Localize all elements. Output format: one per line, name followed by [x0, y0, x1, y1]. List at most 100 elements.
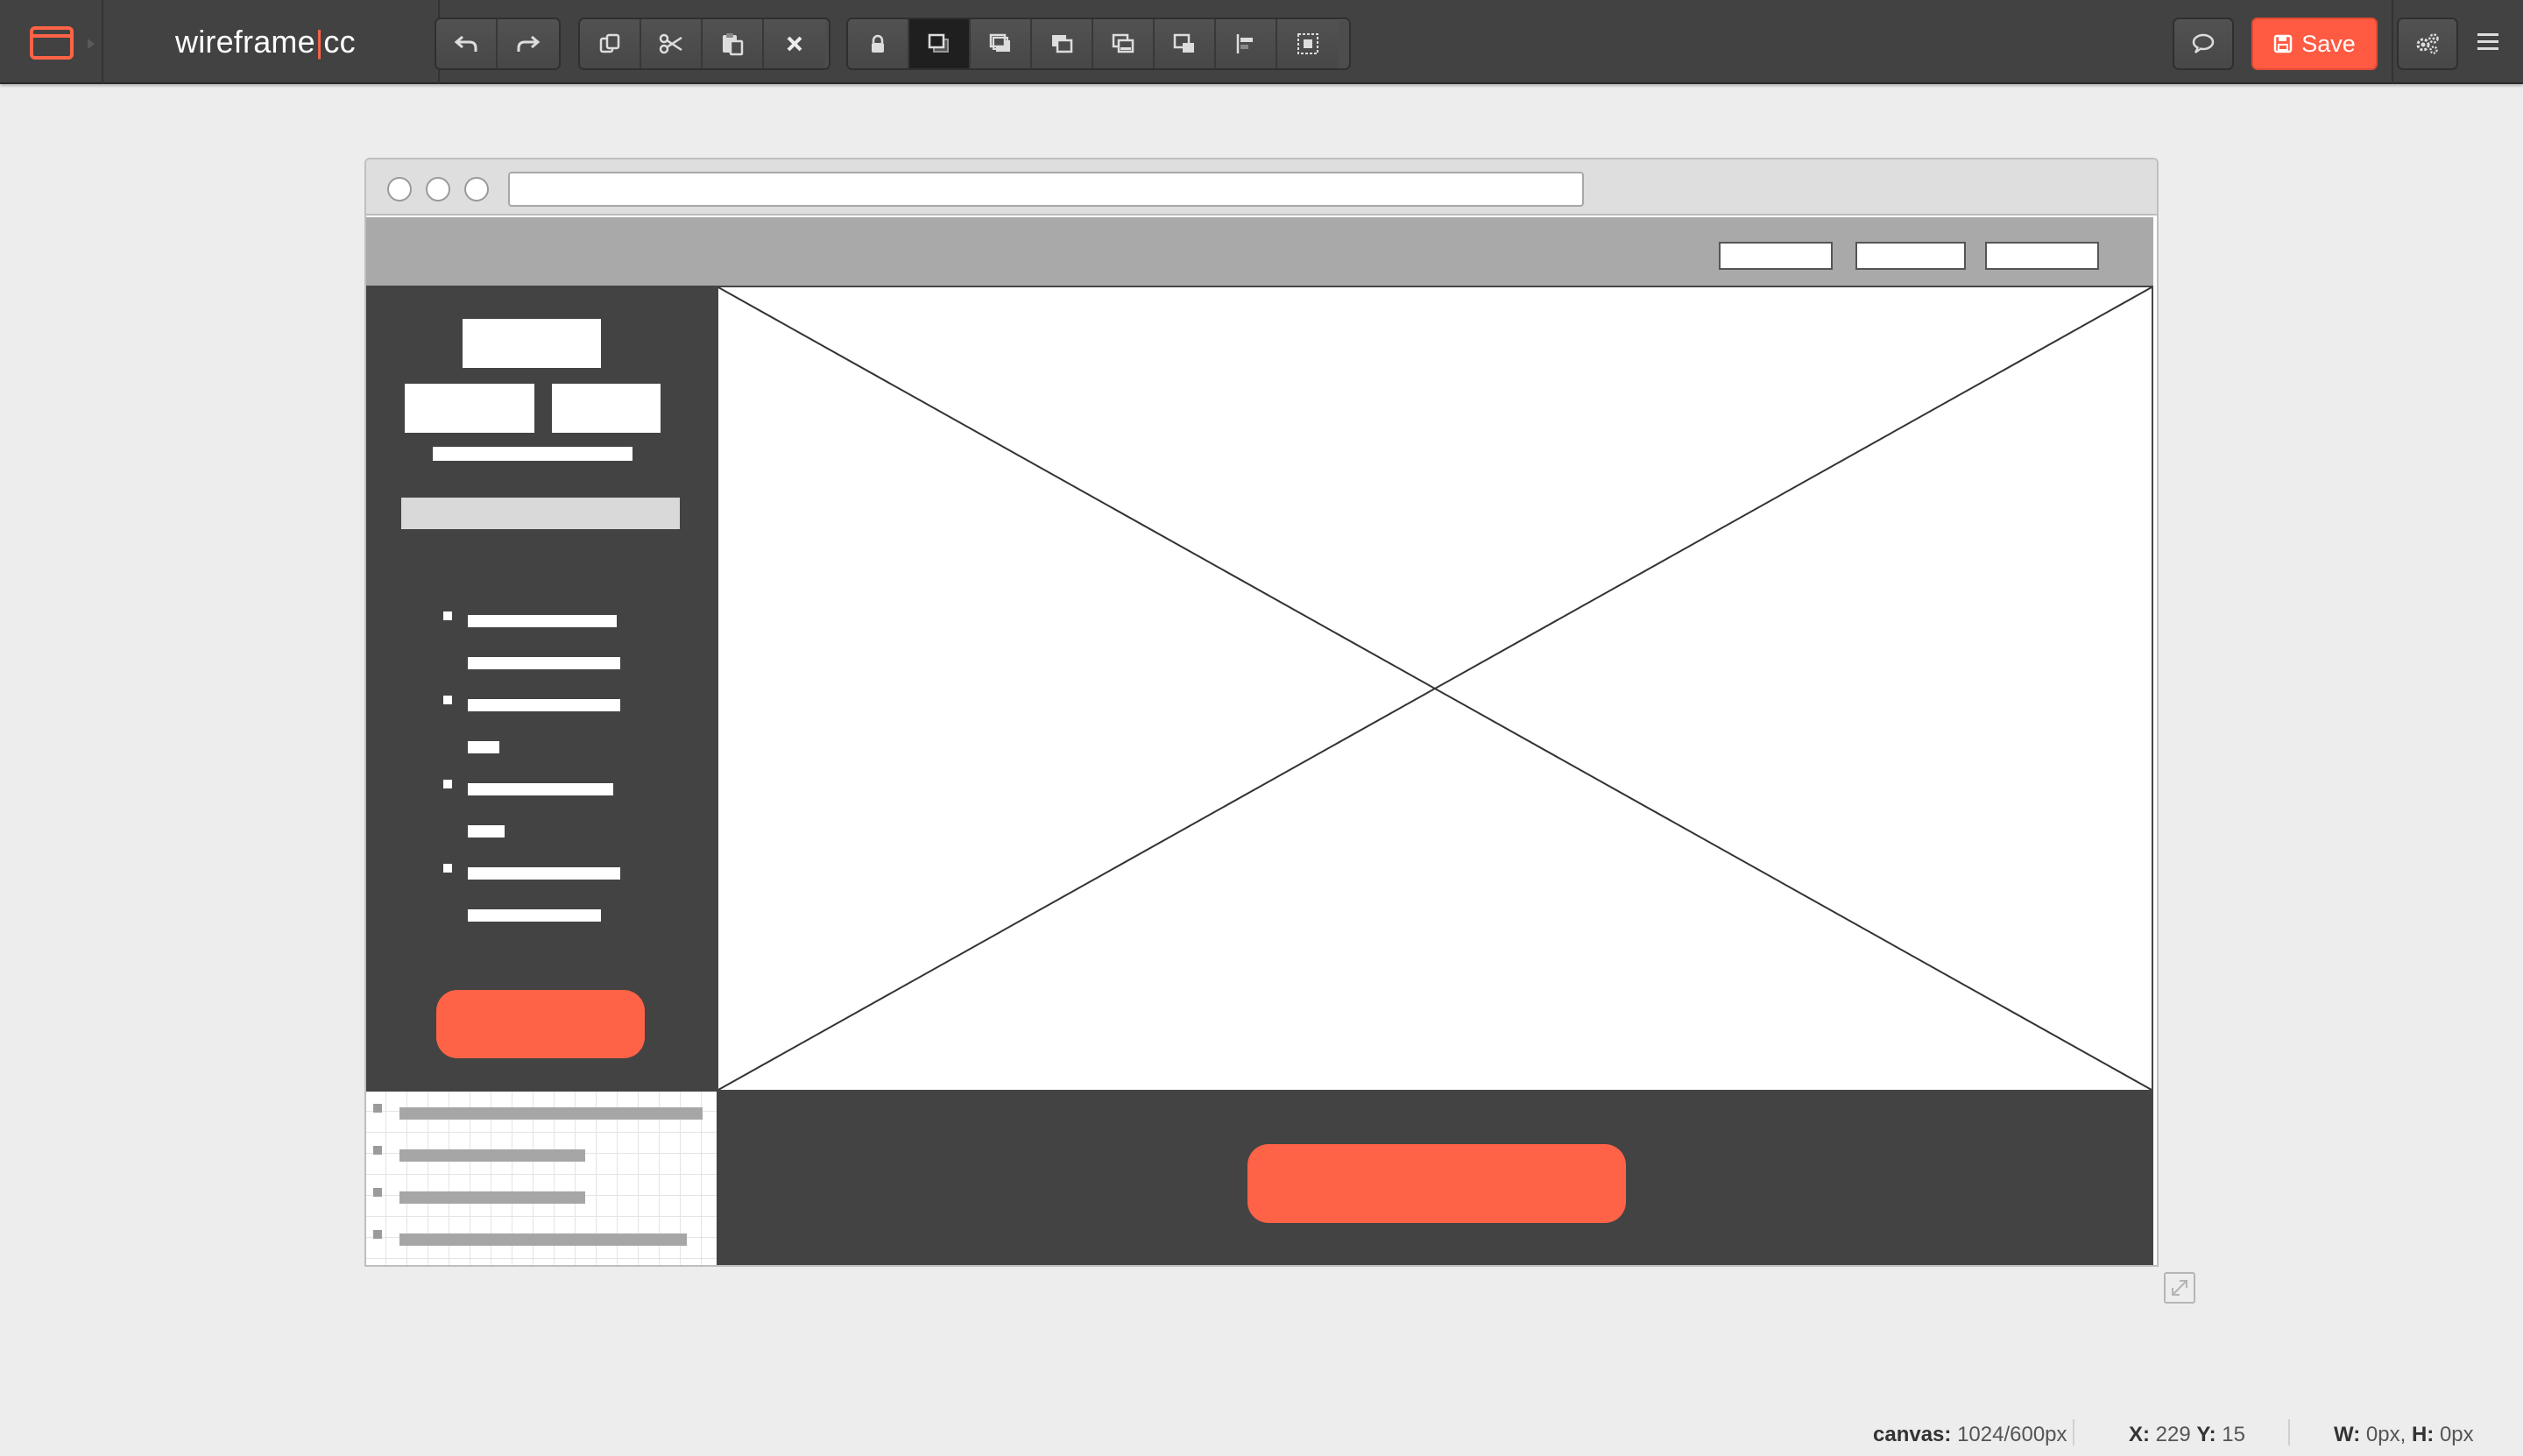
settings-button[interactable]	[2397, 18, 2458, 70]
save-button[interactable]: Save	[2251, 18, 2378, 70]
w-label: W:	[2334, 1423, 2361, 1446]
list-text-placeholder[interactable]	[468, 615, 617, 627]
canvas-label: canvas:	[1873, 1423, 1952, 1446]
list-text-placeholder[interactable]	[399, 1149, 585, 1162]
speech-bubble-icon	[2192, 33, 2215, 53]
image-placeholder-large[interactable]	[717, 286, 2153, 1092]
list-bullet	[373, 1146, 382, 1155]
selection-size-readout: W: 0px, H: 0px	[2334, 1423, 2474, 1447]
floppy-disk-icon	[2273, 34, 2293, 53]
list-text-placeholder[interactable]	[468, 657, 620, 669]
h-label: H:	[2411, 1423, 2435, 1446]
lock-icon	[872, 34, 884, 53]
undo-icon	[454, 35, 477, 52]
send-backward-button[interactable]	[1032, 19, 1093, 68]
align-left-icon	[1236, 34, 1253, 53]
list-bullet	[373, 1230, 382, 1239]
toolbar-divider	[2392, 0, 2393, 84]
h-value: 0px	[2439, 1423, 2474, 1446]
sidebar-block[interactable]	[366, 286, 717, 1092]
redo-button[interactable]	[498, 19, 559, 68]
bring-forward-button[interactable]	[971, 19, 1032, 68]
x-value: 229	[2155, 1423, 2191, 1446]
hamburger-menu-icon[interactable]	[2476, 32, 2500, 53]
status-divider	[2288, 1419, 2290, 1445]
window-dot	[464, 177, 489, 201]
browser-chrome	[366, 159, 2157, 216]
app-logo: wireframe|cc	[175, 23, 356, 61]
y-value: 15	[2222, 1423, 2245, 1446]
nav-button-placeholder[interactable]	[1719, 242, 1833, 270]
nav-button-placeholder[interactable]	[1985, 242, 2099, 270]
group-button[interactable]	[1277, 19, 1339, 68]
lock-button[interactable]	[848, 19, 909, 68]
image-cross-lines	[718, 287, 2152, 1090]
list-text-placeholder[interactable]	[399, 1191, 585, 1204]
image-placeholder[interactable]	[405, 384, 534, 433]
canvas-resize-handle[interactable]	[2164, 1272, 2195, 1304]
list-bullet	[373, 1104, 382, 1113]
save-button-label: Save	[2301, 30, 2356, 57]
list-text-placeholder[interactable]	[468, 867, 620, 880]
address-bar	[508, 172, 1584, 207]
list-text-placeholder[interactable]	[399, 1107, 703, 1120]
cut-button[interactable]	[641, 19, 703, 68]
close-icon	[787, 36, 802, 52]
window-dot	[426, 177, 450, 201]
brand-main: wireframe	[175, 24, 315, 60]
w-value: 0px,	[2365, 1423, 2406, 1446]
undo-button[interactable]	[436, 19, 498, 68]
nav-button-placeholder[interactable]	[1855, 242, 1966, 270]
list-bullet	[443, 864, 452, 873]
canvas-value: 1024/600px	[1957, 1423, 2067, 1446]
layer-forward-icon	[989, 33, 1010, 52]
x-label: X:	[2129, 1423, 2150, 1446]
arrange-group	[846, 18, 1351, 70]
list-text-placeholder[interactable]	[468, 825, 505, 838]
list-text-placeholder[interactable]	[468, 741, 499, 753]
copy-icon	[599, 33, 620, 53]
brand-suffix: cc	[323, 24, 356, 60]
expand-icon	[2172, 1280, 2187, 1296]
grid-list-block[interactable]	[366, 1092, 717, 1265]
list-text-placeholder[interactable]	[399, 1233, 687, 1246]
paste-icon	[723, 33, 744, 56]
status-divider	[2073, 1419, 2074, 1445]
image-placeholder[interactable]	[552, 384, 661, 433]
cursor-position-readout: X: 229 Y: 15	[2129, 1423, 2245, 1447]
clipboard-group	[578, 18, 830, 70]
history-group	[435, 18, 561, 70]
paste-button[interactable]	[703, 19, 764, 68]
top-toolbar: wireframe|cc Save	[0, 0, 2523, 84]
browser-frame-element[interactable]	[364, 158, 2159, 1267]
text-line-placeholder[interactable]	[433, 447, 633, 461]
footer-block[interactable]	[717, 1092, 2153, 1265]
input-placeholder[interactable]	[401, 498, 680, 529]
align-left-button[interactable]	[1216, 19, 1277, 68]
list-bullet	[443, 611, 452, 620]
list-text-placeholder[interactable]	[468, 699, 620, 711]
dropdown-arrow-icon	[88, 39, 95, 49]
y-label: Y:	[2196, 1423, 2216, 1446]
layer-front-icon	[928, 33, 949, 53]
redo-icon	[517, 35, 541, 52]
layer-offset-button[interactable]	[1155, 19, 1216, 68]
header-block[interactable]	[366, 217, 2153, 286]
canvas-size-readout: canvas: 1024/600px	[1873, 1423, 2067, 1447]
group-icon	[1297, 33, 1318, 54]
copy-button[interactable]	[580, 19, 641, 68]
brand-separator: |	[314, 24, 324, 60]
send-to-back-button[interactable]	[1093, 19, 1155, 68]
footer-cta-button-placeholder[interactable]	[1247, 1144, 1626, 1223]
list-text-placeholder[interactable]	[468, 909, 601, 922]
gears-icon	[2416, 33, 2439, 54]
comment-button[interactable]	[2173, 18, 2234, 70]
page-type-button[interactable]	[0, 0, 103, 84]
list-bullet	[443, 780, 452, 788]
logo-placeholder[interactable]	[463, 319, 601, 368]
delete-button[interactable]	[764, 19, 825, 68]
layer-back-icon	[1112, 33, 1134, 53]
sidebar-cta-button-placeholder[interactable]	[436, 990, 645, 1058]
bring-to-front-button[interactable]	[909, 19, 971, 68]
list-text-placeholder[interactable]	[468, 783, 613, 795]
